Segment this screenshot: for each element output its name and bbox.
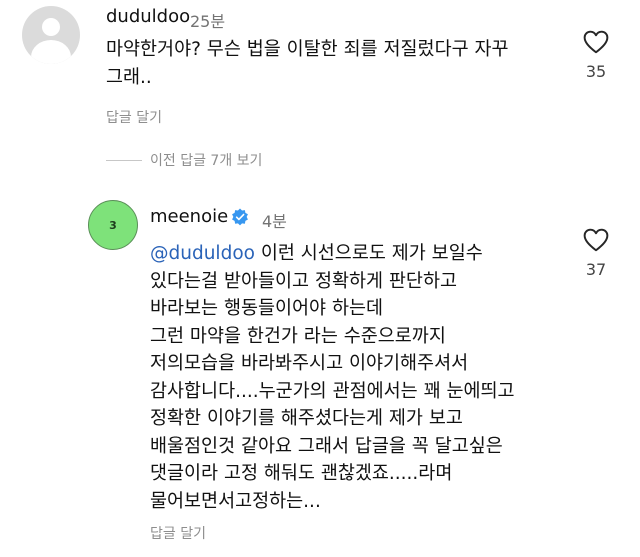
mention-link[interactable]: @duduldoo <box>150 243 255 264</box>
like-count: 37 <box>585 260 607 279</box>
avatar[interactable]: 3 <box>88 200 138 250</box>
comment-timestamp: 4분 <box>262 212 287 231</box>
reply-button[interactable]: 답글 달기 <box>150 523 206 543</box>
comment-text: @duduldoo 이런 시선으로도 제가 보일수 있다는걸 받아들이고 정확하… <box>150 240 580 515</box>
comment-body: 이런 시선으로도 제가 보일수 있다는걸 받아들이고 정확하게 판단하고 바라보… <box>150 243 515 512</box>
avatar-label: 3 <box>109 218 117 232</box>
like-button[interactable]: 37 <box>574 228 618 279</box>
comment-meenoie: 3 meenoie 4분 @duduldoo 이런 시선으로도 제가 보일수 있… <box>0 0 640 557</box>
comment-username[interactable]: meenoie <box>150 206 228 227</box>
verified-badge-icon <box>232 208 248 226</box>
heart-outline-icon <box>583 228 609 252</box>
